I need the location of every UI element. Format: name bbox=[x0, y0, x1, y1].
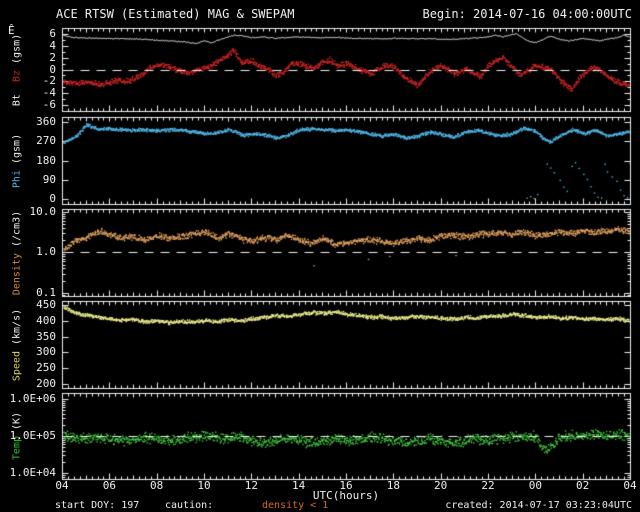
y-tick-label: 0 bbox=[49, 192, 56, 205]
x-tick-label: 08 bbox=[150, 479, 164, 492]
y-tick-label: 250 bbox=[36, 361, 56, 374]
x-tick-label: 12 bbox=[244, 479, 258, 492]
y-tick-label: 1.0E+06 bbox=[9, 392, 56, 405]
x-tick-label: 02 bbox=[576, 479, 590, 492]
y-tick-label: 400 bbox=[36, 314, 56, 327]
footer-caution-value: density < 1 bbox=[262, 500, 329, 511]
x-tick-label: 04 bbox=[623, 479, 637, 492]
x-tick-label: 04 bbox=[55, 479, 69, 492]
y-tick-label: 1.0E+05 bbox=[9, 429, 56, 442]
ace-rtsw-plot: ACE RTSW (Estimated) MAG & SWEPAM Begin:… bbox=[0, 0, 640, 512]
x-tick-label: 06 bbox=[102, 479, 116, 492]
y-tick-label: 1.0E+04 bbox=[9, 466, 56, 479]
x-tick-label: 00 bbox=[528, 479, 542, 492]
y-tick-label: -6 bbox=[42, 98, 56, 111]
plot-canvas bbox=[0, 0, 640, 512]
begin-timestamp: Begin: 2014-07-16 04:00:00UTC bbox=[422, 7, 632, 21]
x-tick-label: 18 bbox=[386, 479, 400, 492]
x-tick-label: 10 bbox=[197, 479, 211, 492]
y-tick-label: 10.0 bbox=[29, 205, 57, 218]
x-tick-label: 16 bbox=[339, 479, 353, 492]
footer-created-timestamp: created: 2014-07-17 03:23:04UTC bbox=[445, 500, 632, 511]
y-tick-label: 350 bbox=[36, 330, 56, 343]
x-tick-label: 20 bbox=[434, 479, 448, 492]
x-tick-label: 14 bbox=[292, 479, 306, 492]
y-tick-label: 300 bbox=[36, 345, 56, 358]
footer-start-doy: start DOY: 197 bbox=[55, 500, 140, 511]
y-tick-label: 360 bbox=[36, 115, 56, 128]
x-tick-label: 22 bbox=[481, 479, 495, 492]
y-tick-label: 270 bbox=[36, 134, 56, 147]
y-tick-label: 450 bbox=[36, 298, 56, 311]
y-tick-label: 200 bbox=[36, 377, 56, 390]
y-tick-label: 180 bbox=[36, 154, 56, 167]
footer-caution-label: caution: bbox=[165, 500, 214, 511]
y-tick-label: 90 bbox=[42, 173, 56, 186]
page-title: ACE RTSW (Estimated) MAG & SWEPAM bbox=[56, 7, 295, 21]
y-tick-label: 1.0 bbox=[36, 245, 56, 258]
